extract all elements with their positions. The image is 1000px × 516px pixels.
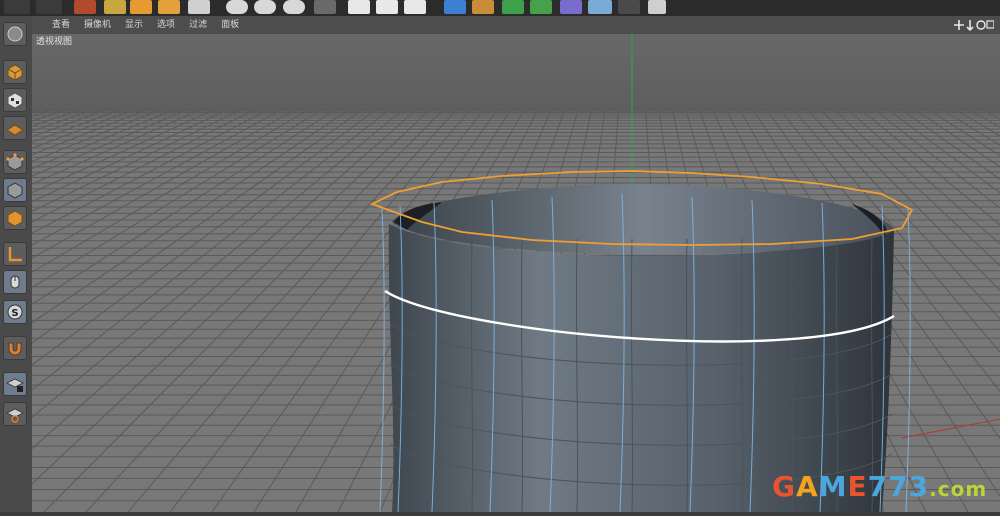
solo-icon[interactable]: S	[3, 300, 27, 324]
edges-mode-icon[interactable]	[3, 178, 27, 202]
polygon-mode-icon[interactable]	[3, 206, 27, 230]
light-icon[interactable]	[648, 0, 666, 14]
watermark-a: A	[796, 470, 819, 503]
coordinate-system-icon[interactable]	[314, 0, 336, 14]
watermark-g: G	[772, 470, 796, 503]
maximize-view-icon[interactable]	[987, 21, 994, 28]
cube-primitive-icon[interactable]	[444, 0, 466, 14]
viewport-label: 透视视图	[36, 37, 72, 48]
z-axis-icon[interactable]	[283, 0, 305, 14]
workplane-icon[interactable]	[3, 116, 27, 140]
render-view-icon[interactable]	[348, 0, 370, 14]
cylinder-body	[389, 224, 894, 512]
x-axis-icon[interactable]	[226, 0, 248, 14]
watermark-com: .com	[929, 477, 987, 501]
menu-view[interactable]: 查看	[52, 16, 70, 34]
undo-icon[interactable]	[4, 0, 30, 14]
lock-workplane-icon[interactable]	[3, 372, 27, 396]
points-mode-icon[interactable]	[3, 150, 27, 174]
texture-mode-icon[interactable]	[3, 88, 27, 112]
menu-options[interactable]: 选项	[157, 16, 175, 34]
deformer-icon[interactable]	[560, 0, 582, 14]
main-toolbar	[0, 0, 1000, 17]
viewport-navigation	[954, 16, 994, 34]
menu-cameras[interactable]: 摄像机	[84, 16, 111, 34]
watermark-logo: GAME773.com	[772, 470, 987, 504]
pan-icon[interactable]	[954, 20, 964, 30]
subdivision-surface-icon[interactable]	[502, 0, 524, 14]
recent-tools-icon[interactable]	[188, 0, 210, 14]
watermark-e: E	[848, 470, 868, 503]
redo-icon[interactable]	[36, 0, 62, 14]
live-selection-icon[interactable]	[74, 0, 96, 14]
zoom-icon[interactable]	[967, 20, 973, 30]
spline-pen-icon[interactable]	[472, 0, 494, 14]
menu-panel[interactable]: 面板	[221, 16, 239, 34]
camera-icon[interactable]	[618, 0, 640, 14]
workplane-grid-icon[interactable]	[3, 402, 27, 426]
y-axis-icon[interactable]	[254, 0, 276, 14]
tweak-mode-icon[interactable]	[3, 270, 27, 294]
scale-icon[interactable]	[130, 0, 152, 14]
viewport-menu-bar: 查看 摄像机 显示 选项 过滤 面板	[32, 16, 1000, 35]
perspective-viewport[interactable]	[32, 34, 1000, 512]
rotate-view-icon[interactable]	[977, 21, 985, 29]
object-mode-icon[interactable]	[3, 60, 27, 84]
viewport-background	[32, 34, 1000, 112]
menu-display[interactable]: 显示	[125, 16, 143, 34]
model-mode-icon[interactable]	[3, 22, 27, 46]
move-icon[interactable]	[104, 0, 126, 14]
menu-filter[interactable]: 过滤	[189, 16, 207, 34]
left-tool-palette: S	[0, 16, 33, 512]
rotate-icon[interactable]	[158, 0, 180, 14]
svg-text:S: S	[11, 308, 18, 319]
render-picture-viewer-icon[interactable]	[376, 0, 398, 14]
watermark-m: M	[819, 470, 848, 503]
snap-icon[interactable]	[3, 336, 27, 360]
floor-icon[interactable]	[588, 0, 612, 14]
viewport-scene	[32, 34, 1000, 512]
array-icon[interactable]	[530, 0, 552, 14]
axis-mode-icon[interactable]	[3, 242, 27, 266]
watermark-773: 773	[868, 470, 929, 503]
render-settings-icon[interactable]	[404, 0, 426, 14]
